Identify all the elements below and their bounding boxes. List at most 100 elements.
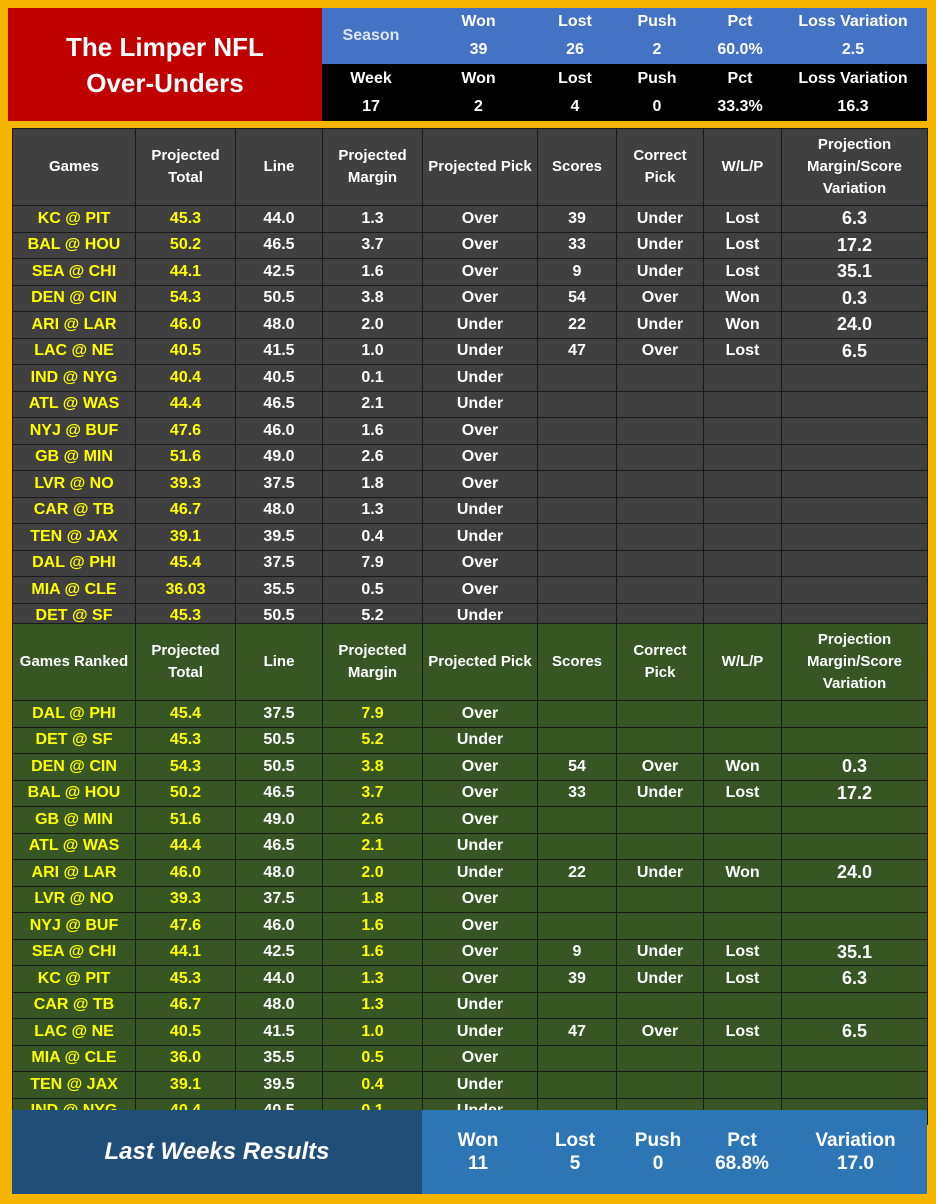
table-cell: MIA @ CLE <box>12 576 136 604</box>
table-cell <box>616 496 704 524</box>
table-cell: GB @ MIN <box>12 443 136 471</box>
table-cell: 6.3 <box>781 965 928 993</box>
week-lost-value: 4 <box>570 97 580 115</box>
table-cell: 45.4 <box>135 700 236 728</box>
table-cell <box>703 991 782 1019</box>
column-header: Projected Pick <box>422 623 538 701</box>
season-push: Push 2 <box>613 8 701 64</box>
table-cell: 47 <box>537 337 617 365</box>
table-cell: 35.1 <box>781 938 928 966</box>
table-cell: Under <box>422 726 538 754</box>
table-cell: Lost <box>703 965 782 993</box>
table-cell: Under <box>616 938 704 966</box>
table-cell: 24.0 <box>781 311 928 339</box>
table-cell: 46.7 <box>135 496 236 524</box>
table-cell <box>781 470 928 498</box>
table-cell: 0.5 <box>322 1044 423 1072</box>
table-cell: 46.5 <box>235 832 323 860</box>
table-cell: 39.1 <box>135 523 236 551</box>
table-cell <box>703 496 782 524</box>
column-header: Projected Pick <box>422 128 538 206</box>
table-row: BAL @ HOU 50.2 46.5 3.7 Over 33 Under Lost 17.2 <box>12 231 928 259</box>
table-cell: BAL @ HOU <box>12 779 136 807</box>
table-cell: 17.2 <box>781 779 928 807</box>
table-cell: CAR @ TB <box>12 991 136 1019</box>
table-cell: Under <box>422 1071 538 1099</box>
games-table: Games Projected Total Line Projected Margin… <box>12 128 928 630</box>
footer-lost: Lost 5 <box>534 1110 616 1194</box>
table-cell: 35.5 <box>235 576 323 604</box>
table-cell: Under <box>422 496 538 524</box>
table-row: NYJ @ BUF 47.6 46.0 1.6 Over <box>12 912 928 940</box>
season-loss-variation: Loss Variation 2.5 <box>779 8 927 64</box>
table-cell: 39.3 <box>135 470 236 498</box>
table-cell: Over <box>422 885 538 913</box>
table-cell: NYJ @ BUF <box>12 417 136 445</box>
week-pct-value: 33.3% <box>717 97 763 115</box>
table-cell: 46.5 <box>235 231 323 259</box>
table-row: SEA @ CHI 44.1 42.5 1.6 Over 9 Under Lost 35.1 <box>12 938 928 966</box>
table-cell: 1.6 <box>322 938 423 966</box>
table-cell <box>781 1044 928 1072</box>
table-cell: 48.0 <box>235 496 323 524</box>
table-row: MIA @ CLE 36.0 35.5 0.5 Over <box>12 1044 928 1072</box>
week-won: Won 2 <box>420 64 537 121</box>
table-cell <box>703 912 782 940</box>
table-row: GB @ MIN 51.6 49.0 2.6 Over <box>12 443 928 471</box>
table-cell <box>781 912 928 940</box>
table-cell: 47.6 <box>135 417 236 445</box>
week-won-label: Won <box>461 69 496 87</box>
table-row: TEN @ JAX 39.1 39.5 0.4 Under <box>12 523 928 551</box>
table-cell: ATL @ WAS <box>12 832 136 860</box>
table-cell: Over <box>616 284 704 312</box>
table-cell: 6.3 <box>781 205 928 233</box>
table-cell <box>703 443 782 471</box>
footer-pct: Pct 68.8% <box>700 1110 784 1194</box>
table-cell: Under <box>616 859 704 887</box>
table-cell: 1.8 <box>322 885 423 913</box>
last-weeks-results-label: Last Weeks Results <box>12 1110 422 1194</box>
table-cell: Lost <box>703 337 782 365</box>
table-cell <box>703 470 782 498</box>
table-cell <box>703 700 782 728</box>
column-header: W/L/P <box>703 128 782 206</box>
ranked-table: Games Ranked Projected Total Line Projected… <box>12 623 928 1125</box>
table-cell: Over <box>422 965 538 993</box>
footer-lost-label: Lost <box>554 1130 596 1151</box>
table-cell: DAL @ PHI <box>12 700 136 728</box>
table-row: DEN @ CIN 54.3 50.5 3.8 Over 54 Over Won 0.3 <box>12 753 928 781</box>
table-cell: Under <box>422 523 538 551</box>
week-number: Week 17 <box>322 64 420 121</box>
season-won: Won 39 <box>420 8 537 64</box>
games-table-wrap: Games Projected Total Line Projected Margin… <box>12 128 928 630</box>
table-cell: 3.7 <box>322 231 423 259</box>
table-row: DEN @ CIN 54.3 50.5 3.8 Over 54 Over Won 0.3 <box>12 284 928 312</box>
table-row: CAR @ TB 46.7 48.0 1.3 Under <box>12 496 928 524</box>
table-cell: Over <box>422 258 538 286</box>
table-cell <box>703 806 782 834</box>
table-cell <box>537 549 617 577</box>
table-cell <box>537 523 617 551</box>
table-cell <box>616 576 704 604</box>
table-row: LAC @ NE 40.5 41.5 1.0 Under 47 Over Lost 6.5 <box>12 337 928 365</box>
table-cell: 33 <box>537 231 617 259</box>
table-cell: 44.4 <box>135 832 236 860</box>
table-row: KC @ PIT 45.3 44.0 1.3 Over 39 Under Lost 6.3 <box>12 205 928 233</box>
table-cell: Over <box>422 938 538 966</box>
table-cell: 42.5 <box>235 258 323 286</box>
footer-won: Won 11 <box>422 1110 534 1194</box>
table-cell: Over <box>422 470 538 498</box>
table-cell: 44.4 <box>135 390 236 418</box>
table-cell <box>616 390 704 418</box>
table-cell: 2.1 <box>322 390 423 418</box>
column-header: Projection Margin/Score Variation <box>781 623 928 701</box>
table-row: ARI @ LAR 46.0 48.0 2.0 Under 22 Under Won 24.0 <box>12 311 928 339</box>
table-cell <box>616 1044 704 1072</box>
table-cell <box>616 991 704 1019</box>
table-cell: 1.6 <box>322 258 423 286</box>
table-cell: 48.0 <box>235 991 323 1019</box>
table-cell: DEN @ CIN <box>12 284 136 312</box>
week-won-value: 2 <box>474 97 483 115</box>
season-pct: Pct 60.0% <box>701 8 779 64</box>
table-cell: 45.3 <box>135 205 236 233</box>
